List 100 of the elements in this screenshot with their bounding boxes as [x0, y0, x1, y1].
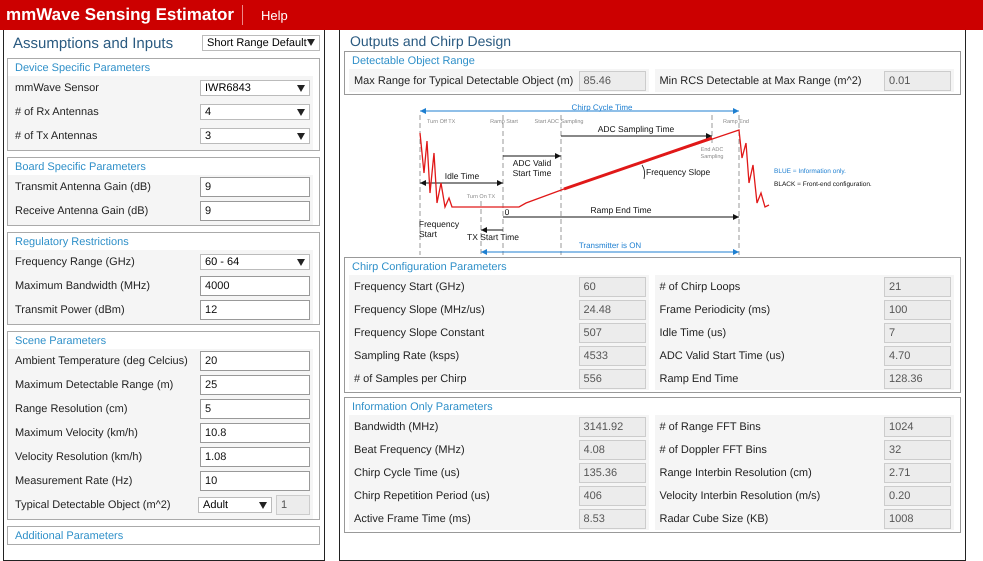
input-field[interactable]: 25: [200, 375, 310, 395]
input-field[interactable]: 10.8: [200, 423, 310, 443]
input-field[interactable]: 10: [200, 471, 310, 491]
field-label: Chirp Cycle Time (us): [354, 466, 461, 478]
diagram-label: Frequency Slope: [646, 167, 710, 177]
field-label: Range Resolution (cm): [15, 403, 128, 415]
diagram-label: Chirp Cycle Time: [572, 103, 632, 112]
field-label: Maximum Bandwidth (MHz): [15, 280, 152, 292]
field-label: Frequency Slope Constant: [354, 326, 486, 338]
field-label: Active Frame Time (ms): [354, 512, 472, 524]
output-field[interactable]: 24.48: [578, 300, 646, 320]
output-field[interactable]: 2.71: [884, 462, 951, 482]
caret-icon: [259, 502, 267, 508]
field-label: Ramp End Time: [660, 372, 740, 384]
section-title: Board Specific Parameters: [14, 160, 147, 175]
dropdown[interactable]: 60 - 64: [200, 254, 310, 270]
field-label: Receive Antenna Gain (dB): [15, 205, 150, 217]
output-field[interactable]: 3141.92: [578, 416, 646, 436]
arrow: [502, 153, 562, 159]
input-field[interactable]: 4000: [200, 276, 310, 296]
dropdown[interactable]: Short Range Default: [202, 34, 320, 50]
output-field[interactable]: 556: [578, 368, 646, 388]
output-field[interactable]: 128.36: [884, 368, 951, 388]
field-label: Velocity Interbin Resolution (m/s): [660, 490, 822, 502]
section-title: Additional Parameters: [14, 529, 124, 544]
menu-link[interactable]: Help: [253, 8, 296, 22]
diagram-label: Frequency: [418, 219, 460, 229]
caret-icon: [297, 132, 305, 140]
field-label: Maximum Detectable Range (m): [15, 379, 174, 391]
section-title: Chirp Configuration Parameters: [351, 260, 508, 275]
field-label: Max Range for Typical Detectable Object (m): [354, 74, 574, 86]
dropdown[interactable]: IWR6843: [200, 80, 310, 96]
output-field[interactable]: 100: [884, 300, 951, 320]
dropdown[interactable]: Adult: [198, 497, 272, 513]
field-label: Frequency Start (GHz): [354, 280, 466, 292]
field-label: Maximum Velocity (km/h): [15, 427, 139, 439]
caret-icon: [297, 258, 305, 266]
input-field[interactable]: 12: [200, 300, 310, 320]
output-field[interactable]: 4.08: [578, 440, 646, 460]
diagram-label: ADC Valid: [512, 158, 552, 168]
caret-icon: [307, 39, 315, 46]
field-label: Ambient Temperature (deg Celcius): [15, 355, 189, 367]
app-title: mmWave Sensing Estimator: [0, 5, 243, 25]
field-label: Frequency Range (GHz): [15, 256, 136, 268]
field-label: Typical Detectable Object (m^2): [15, 499, 172, 511]
output-field[interactable]: 32: [884, 440, 951, 460]
diagram-label: TX Start Time: [467, 232, 519, 242]
output-field[interactable]: 60: [578, 276, 646, 296]
input-field[interactable]: 5: [200, 399, 310, 419]
input-field[interactable]: 9: [200, 201, 310, 221]
diagram-label: Ramp End Time: [590, 205, 652, 215]
diagram-label: 0: [504, 207, 510, 217]
field-label: Idle Time (us): [660, 326, 728, 338]
field-label: # of Chirp Loops: [660, 280, 742, 292]
output-field[interactable]: 85.46: [578, 70, 646, 90]
output-field[interactable]: 0.01: [884, 70, 951, 90]
diagram-label: Start Time: [512, 168, 552, 178]
output-field[interactable]: 8.53: [578, 508, 646, 528]
section-title: Regulatory Restrictions: [14, 235, 130, 250]
field-label: Frame Periodicity (ms): [660, 304, 772, 316]
input-field[interactable]: 1: [276, 495, 310, 515]
output-field[interactable]: 507: [578, 322, 646, 342]
caret-icon: [297, 108, 305, 116]
field-label: Measurement Rate (Hz): [15, 475, 134, 487]
field-label: Beat Frequency (MHz): [354, 444, 466, 456]
field-label: Sampling Rate (ksps): [354, 350, 460, 362]
output-field[interactable]: 1024: [884, 416, 951, 436]
output-field[interactable]: 4.70: [884, 346, 951, 366]
field-label: # of Range FFT Bins: [660, 420, 762, 432]
field-label: # of Samples per Chirp: [354, 372, 468, 384]
output-field[interactable]: 21: [884, 276, 951, 296]
field-label: # of Doppler FFT Bins: [660, 444, 768, 456]
section-title: Information Only Parameters: [351, 400, 494, 415]
section-title: Detectable Object Range: [351, 54, 476, 69]
diagram-label: Start: [419, 229, 437, 239]
caret-icon: [297, 84, 305, 92]
dropdown[interactable]: 3: [200, 128, 310, 144]
output-field[interactable]: 7: [884, 322, 951, 342]
field-label: Chirp Repetition Period (us): [354, 490, 491, 502]
output-field[interactable]: 406: [578, 486, 646, 506]
field-label: Transmit Power (dBm): [15, 304, 126, 316]
output-field[interactable]: 0.20: [884, 486, 951, 506]
angle-arc: [642, 164, 646, 180]
field-label: Transmit Antenna Gain (dB): [15, 181, 152, 193]
input-field[interactable]: 9: [200, 177, 310, 197]
output-field[interactable]: 1008: [884, 508, 951, 528]
field-label: Bandwidth (MHz): [354, 420, 440, 432]
field-label: # of Rx Antennas: [15, 106, 100, 118]
output-field[interactable]: 4533: [578, 346, 646, 366]
input-field[interactable]: 20: [200, 351, 310, 371]
panel-title: Assumptions and Inputs: [12, 34, 174, 52]
diagram-label: ADC Sampling Time: [598, 124, 674, 134]
field-label: Min RCS Detectable at Max Range (m^2): [660, 74, 863, 86]
field-label: ADC Valid Start Time (us): [660, 350, 786, 362]
input-field[interactable]: 1.08: [200, 447, 310, 467]
field-label: Radar Cube Size (KB): [660, 512, 770, 524]
dropdown[interactable]: 4: [200, 104, 310, 120]
diagram-label: Idle Time: [444, 171, 480, 181]
field-label: # of Tx Antennas: [15, 130, 98, 142]
output-field[interactable]: 135.36: [578, 462, 646, 482]
